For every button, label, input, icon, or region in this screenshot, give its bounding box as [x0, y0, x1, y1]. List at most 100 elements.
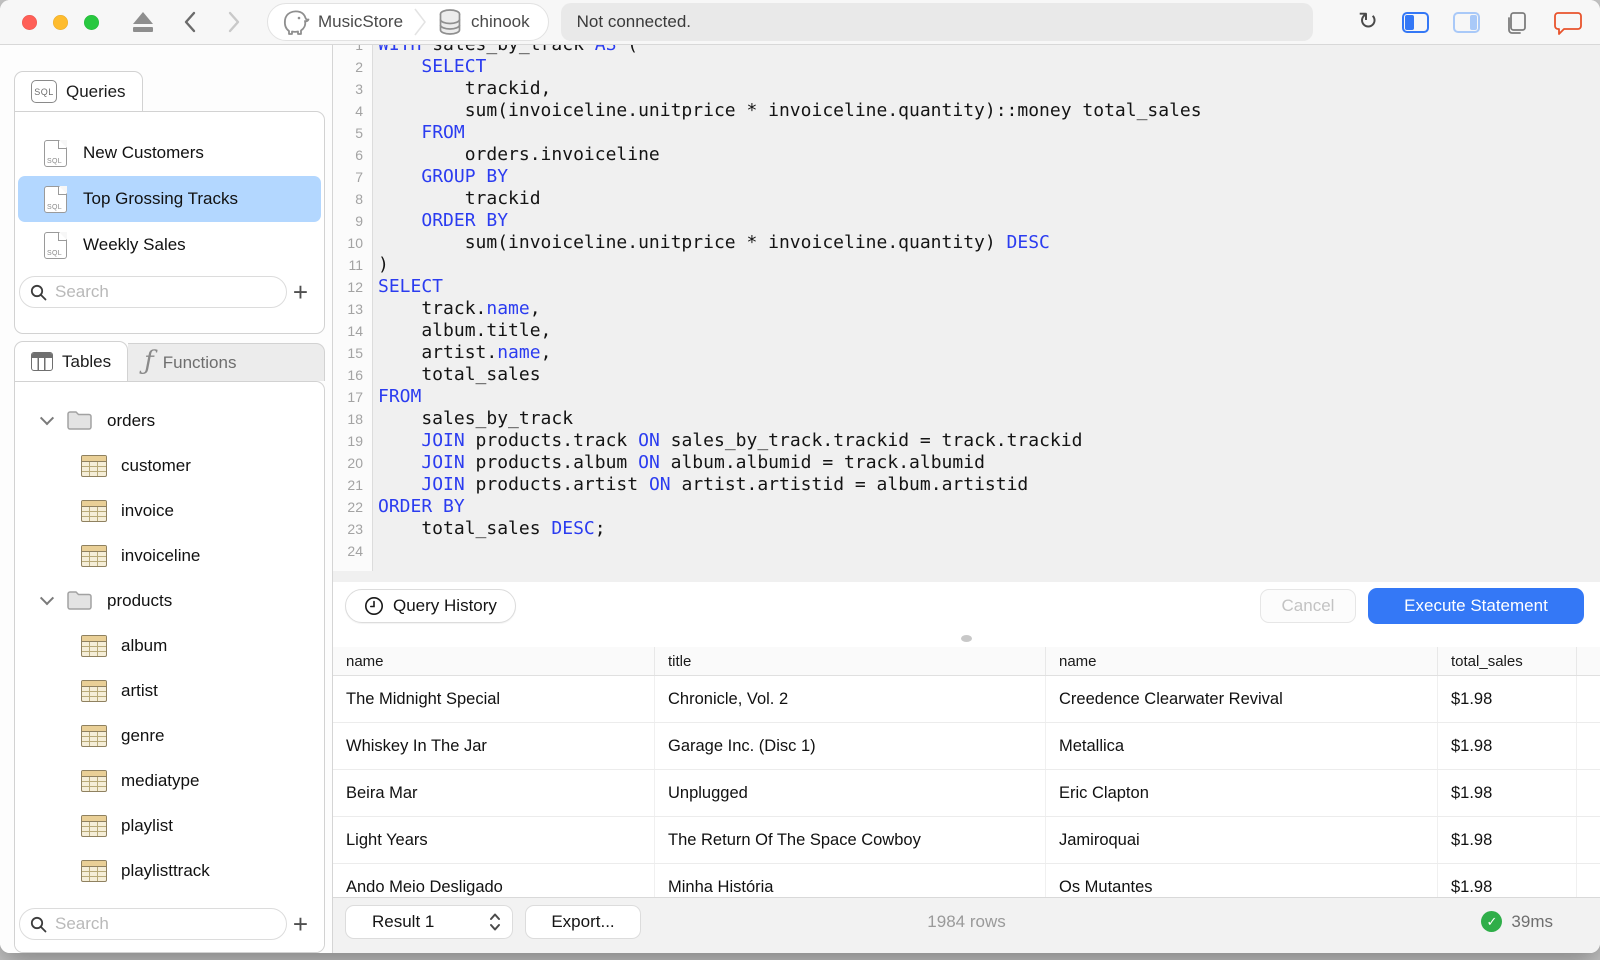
column-header[interactable]: name: [1046, 647, 1438, 676]
tree-folder-products[interactable]: products: [15, 578, 324, 623]
add-query-button[interactable]: +: [287, 279, 314, 305]
table-cell[interactable]: $1.98: [1438, 770, 1577, 817]
tree-table-invoiceline[interactable]: invoiceline: [15, 533, 324, 578]
code-line[interactable]: album.title,: [378, 320, 1600, 342]
tree-table-album[interactable]: album: [15, 623, 324, 668]
table-row[interactable]: Light Years The Return Of The Space Cowbo…: [333, 817, 1600, 865]
column-header[interactable]: total_sales: [1438, 647, 1577, 676]
code-line[interactable]: ORDER BY: [378, 210, 1600, 232]
table-cell[interactable]: Beira Mar: [333, 770, 655, 817]
column-header[interactable]: title: [655, 647, 1046, 676]
table-cell[interactable]: The Return Of The Space Cowboy: [655, 817, 1046, 864]
code-line[interactable]: trackid: [378, 188, 1600, 210]
code-line[interactable]: [378, 540, 1600, 562]
code-line[interactable]: SELECT: [378, 276, 1600, 298]
query-list-item[interactable]: SQL New Customers: [18, 130, 321, 176]
tables-search-input[interactable]: [55, 914, 276, 934]
tab-tables[interactable]: Tables: [14, 341, 129, 381]
table-cell[interactable]: Creedence Clearwater Revival: [1046, 676, 1438, 723]
close-window-button[interactable]: [22, 14, 37, 30]
table-cell[interactable]: $1.98: [1438, 817, 1577, 864]
code-line[interactable]: FROM: [378, 386, 1600, 408]
table-cell[interactable]: Os Mutantes: [1046, 864, 1438, 898]
code-line[interactable]: ): [378, 254, 1600, 276]
code-line[interactable]: JOIN products.track ON sales_by_track.tr…: [378, 430, 1600, 452]
code-line[interactable]: JOIN products.album ON album.albumid = t…: [378, 452, 1600, 474]
code-line[interactable]: total_sales: [378, 364, 1600, 386]
forward-button[interactable]: [227, 11, 241, 33]
table-cell[interactable]: $1.98: [1438, 723, 1577, 770]
code-line[interactable]: artist.name,: [378, 342, 1600, 364]
table-cell[interactable]: Jamiroquai: [1046, 817, 1438, 864]
queries-search-field[interactable]: [19, 276, 287, 308]
pane-splitter[interactable]: [333, 630, 1600, 648]
code-line[interactable]: sales_by_track: [378, 408, 1600, 430]
table-row[interactable]: Whiskey In The Jar Garage Inc. (Disc 1) Me…: [333, 723, 1600, 771]
breadcrumb-database[interactable]: chinook: [471, 12, 530, 32]
table-cell[interactable]: Minha História: [655, 864, 1046, 898]
table-cell[interactable]: Garage Inc. (Disc 1): [655, 723, 1046, 770]
table-cell[interactable]: Whiskey In The Jar: [333, 723, 655, 770]
toggle-left-sidebar-icon[interactable]: [1402, 12, 1429, 33]
tree-table-artist[interactable]: artist: [15, 668, 324, 713]
eject-icon[interactable]: [133, 12, 153, 32]
table-cell[interactable]: Chronicle, Vol. 2: [655, 676, 1046, 723]
code-line[interactable]: FROM: [378, 122, 1600, 144]
tables-search-field[interactable]: [19, 908, 287, 940]
tree-table-playlist[interactable]: playlist: [15, 803, 324, 848]
table-cell[interactable]: Ando Meio Desligado: [333, 864, 655, 898]
tree-table-customer[interactable]: customer: [15, 443, 324, 488]
breadcrumb[interactable]: MusicStore chinook: [267, 3, 549, 41]
tree-table-mediatype[interactable]: mediatype: [15, 758, 324, 803]
sql-code[interactable]: WITH sales_by_track AS ( SELECT trackid,…: [373, 45, 1600, 571]
sql-editor[interactable]: 1 2 3 4 5 6 7 8 9 10 11 12 13 14 15 16 17 18 19 20 21 22 23 24 …: [333, 45, 1600, 583]
feedback-chat-icon[interactable]: [1554, 10, 1582, 36]
tab-queries[interactable]: SQL Queries: [14, 71, 143, 111]
add-table-button[interactable]: +: [287, 911, 314, 937]
table-cell[interactable]: $1.98: [1438, 864, 1577, 898]
code-line[interactable]: track.name,: [378, 298, 1600, 320]
table-cell[interactable]: Light Years: [333, 817, 655, 864]
chevron-down-icon[interactable]: [39, 410, 55, 425]
code-line[interactable]: trackid,: [378, 78, 1600, 100]
code-line[interactable]: GROUP BY: [378, 166, 1600, 188]
table-cell[interactable]: Eric Clapton: [1046, 770, 1438, 817]
code-line[interactable]: WITH sales_by_track AS (: [378, 45, 1600, 56]
result-selector[interactable]: Result 1: [345, 904, 513, 939]
splitter-grip[interactable]: [961, 635, 972, 643]
export-button[interactable]: Export...: [525, 904, 641, 939]
tree-table-playlisttrack[interactable]: playlisttrack: [15, 848, 324, 893]
queries-search-input[interactable]: [55, 282, 276, 302]
table-cell[interactable]: The Midnight Special: [333, 676, 655, 723]
tree-table-genre[interactable]: genre: [15, 713, 324, 758]
tree-folder-orders[interactable]: orders: [15, 398, 324, 443]
query-history-button[interactable]: Query History: [345, 589, 516, 624]
query-list-item[interactable]: SQL Weekly Sales: [18, 222, 321, 268]
reload-icon[interactable]: ↻: [1358, 9, 1378, 34]
execute-statement-button[interactable]: Execute Statement: [1368, 588, 1584, 625]
chevron-down-icon[interactable]: [39, 590, 55, 605]
query-list-item[interactable]: SQL Top Grossing Tracks: [18, 176, 321, 222]
minimize-window-button[interactable]: [53, 14, 68, 30]
toggle-right-sidebar-icon[interactable]: [1453, 12, 1480, 33]
column-header[interactable]: name: [333, 647, 655, 676]
table-cell[interactable]: Unplugged: [655, 770, 1046, 817]
table-row[interactable]: Ando Meio Desligado Minha História Os Muta…: [333, 864, 1600, 898]
code-line[interactable]: JOIN products.artist ON artist.artistid …: [378, 474, 1600, 496]
zoom-window-button[interactable]: [84, 14, 99, 30]
code-line[interactable]: orders.invoiceline: [378, 144, 1600, 166]
back-button[interactable]: [183, 11, 197, 33]
cancel-button[interactable]: Cancel: [1260, 589, 1356, 624]
table-cell[interactable]: $1.98: [1438, 676, 1577, 723]
table-cell[interactable]: Metallica: [1046, 723, 1438, 770]
table-row[interactable]: The Midnight Special Chronicle, Vol. 2 Cre…: [333, 676, 1600, 724]
tab-functions[interactable]: ƒ Functions: [128, 343, 325, 381]
code-line[interactable]: sum(invoiceline.unitprice * invoiceline.…: [378, 232, 1600, 254]
code-line[interactable]: total_sales DESC;: [378, 518, 1600, 540]
windows-icon[interactable]: [1504, 10, 1530, 36]
breadcrumb-connection[interactable]: MusicStore: [318, 12, 403, 32]
code-line[interactable]: SELECT: [378, 56, 1600, 78]
table-row[interactable]: Beira Mar Unplugged Eric Clapton $1.98: [333, 770, 1600, 818]
code-line[interactable]: sum(invoiceline.unitprice * invoiceline.…: [378, 100, 1600, 122]
code-line[interactable]: ORDER BY: [378, 496, 1600, 518]
